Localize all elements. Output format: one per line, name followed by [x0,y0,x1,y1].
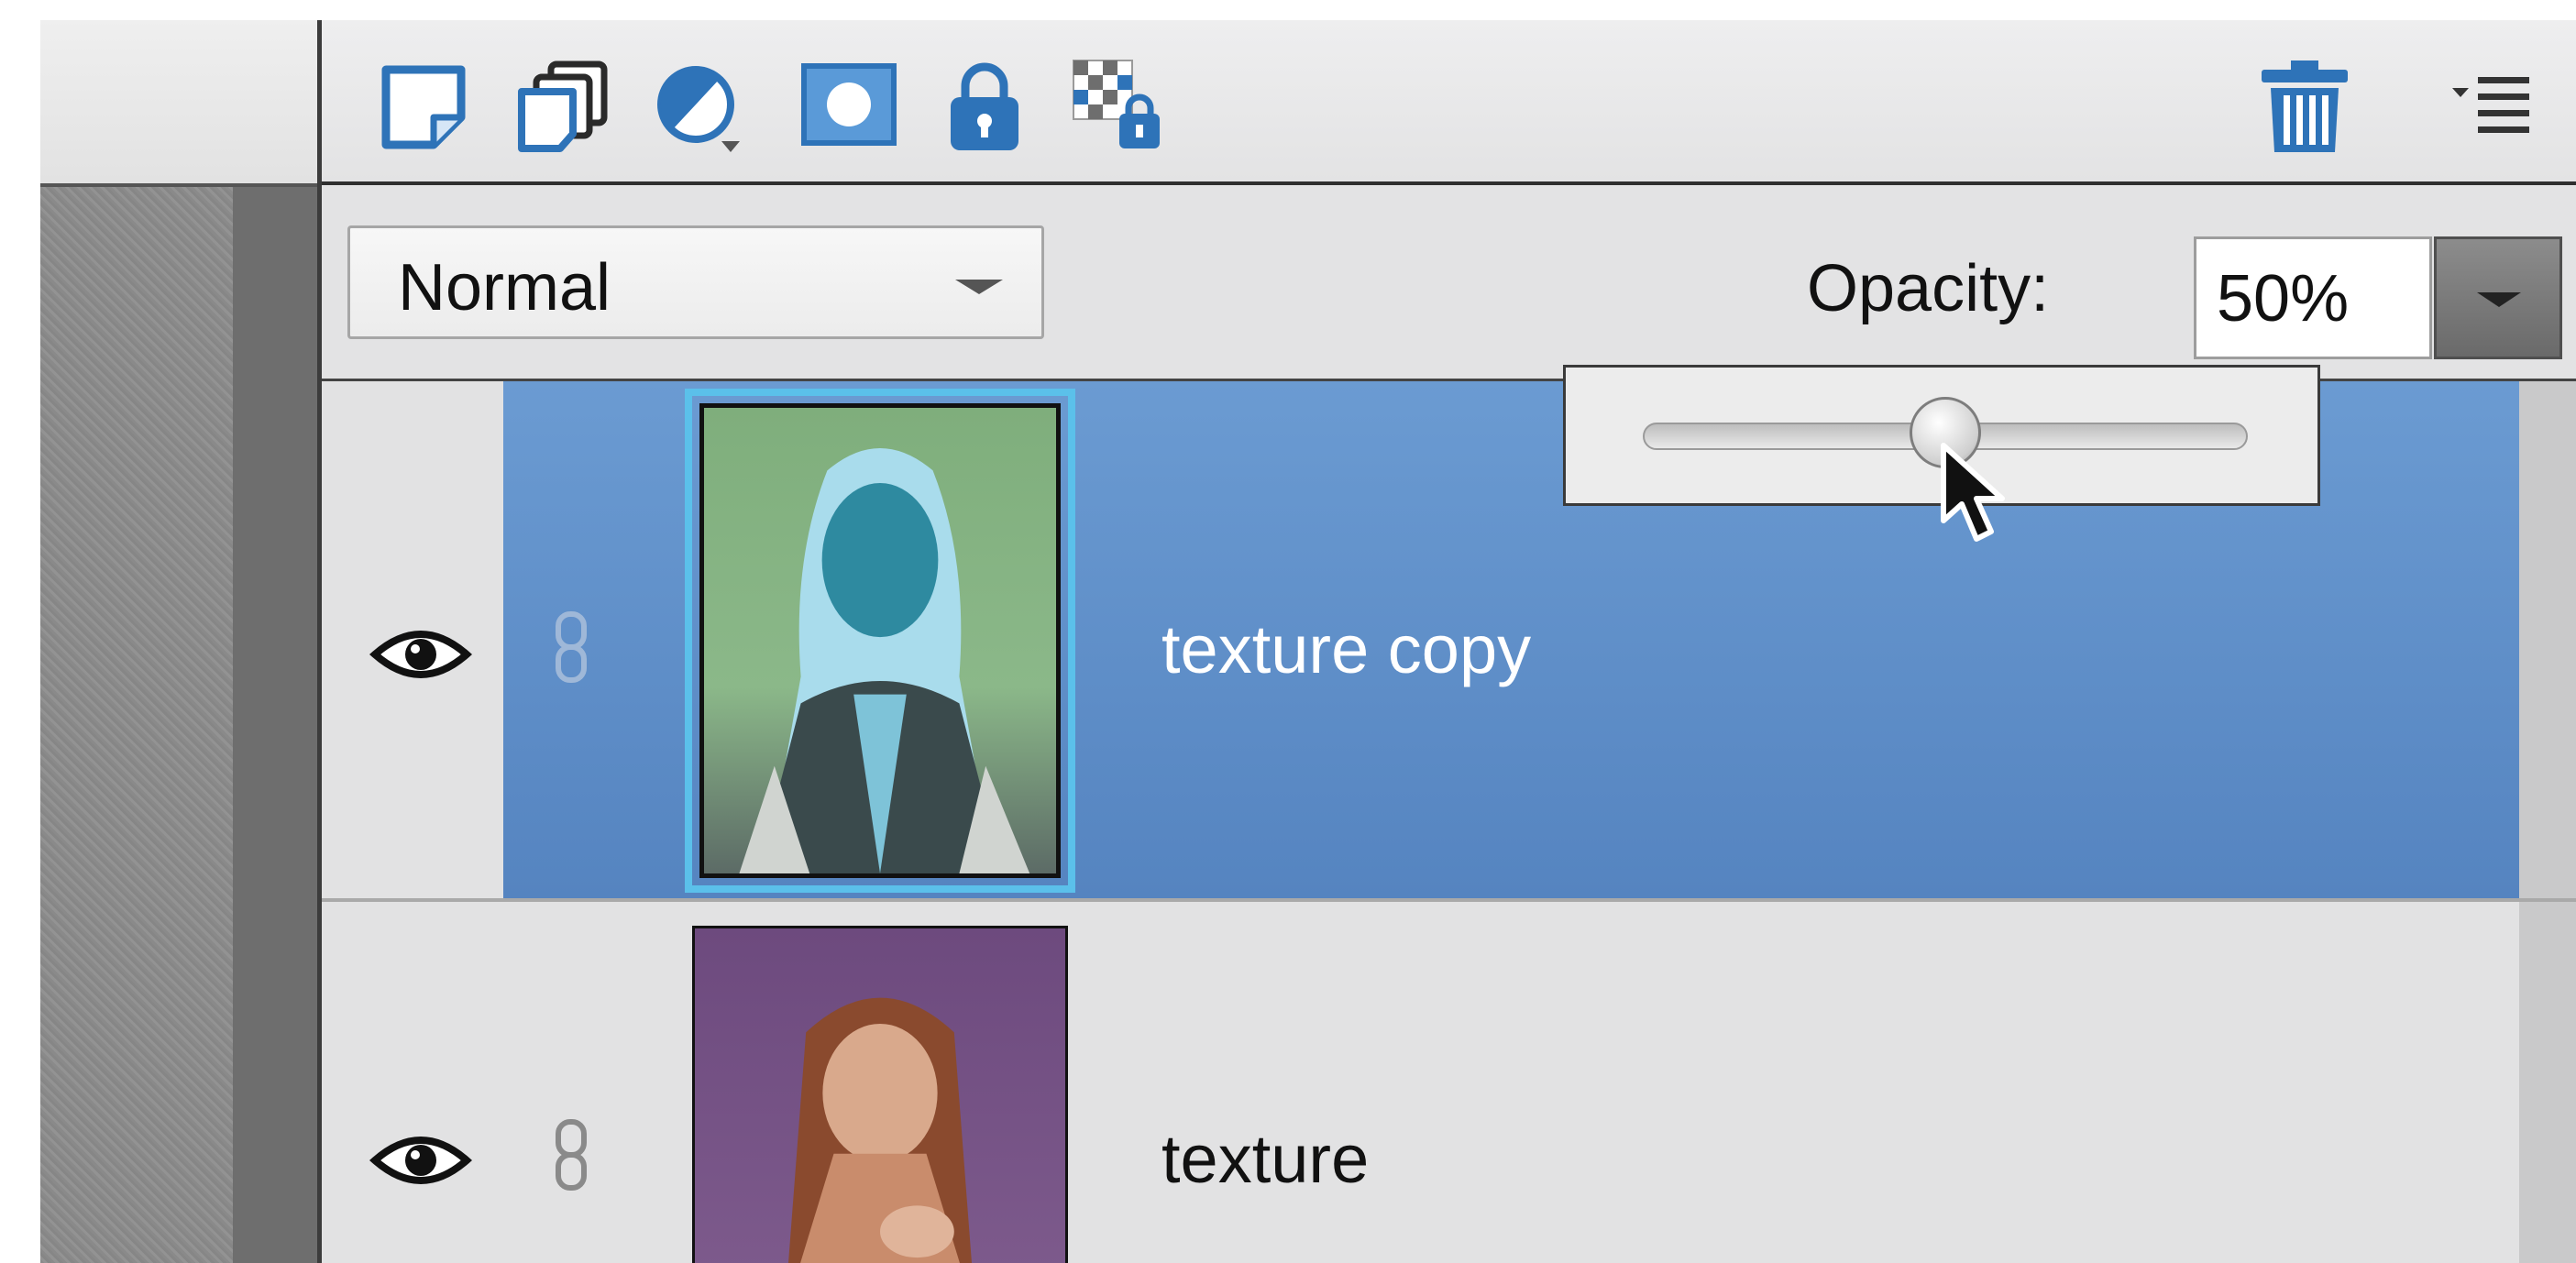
chevron-down-icon [2477,292,2521,307]
panel-corner [40,20,317,187]
canvas-area [40,187,233,1263]
opacity-label: Opacity: [1807,252,2050,325]
blend-options-bar: Normal Opacity: 50% [322,185,2576,381]
layers-panel-window: Normal Opacity: 50% texture copy texture [40,20,2576,1263]
scrollbar-gutter [2519,381,2576,898]
layer-thumbnail[interactable] [685,389,1075,893]
layer-row[interactable]: texture [322,902,2576,1263]
chevron-down-icon [955,280,1003,294]
layer-thumbnail[interactable] [685,918,1075,1263]
layers-toolbar [322,20,2576,185]
trash-icon[interactable] [2254,57,2355,158]
visibility-eye-icon[interactable] [369,621,473,687]
blend-mode-value: Normal [398,251,611,324]
new-group-icon[interactable] [512,57,613,158]
mouse-cursor-icon [1938,442,2011,552]
canvas-edge [233,187,317,1263]
layer-mask-icon[interactable] [798,57,899,158]
opacity-slider-toggle[interactable] [2434,236,2562,359]
lock-transparency-icon[interactable] [1070,57,1171,158]
layer-name[interactable]: texture [1161,1120,1369,1198]
layer-name[interactable]: texture copy [1161,610,1531,688]
link-chain-icon[interactable] [549,1118,593,1192]
lock-all-icon[interactable] [934,57,1035,158]
adjustment-layer-icon[interactable] [652,57,753,158]
link-chain-icon[interactable] [549,610,593,684]
blend-mode-dropdown[interactable]: Normal [347,225,1044,339]
opacity-value: 50% [2217,262,2350,335]
layers-panel: Normal Opacity: 50% texture copy texture [317,20,2576,1263]
scrollbar-gutter [2519,902,2576,1263]
new-layer-icon[interactable] [373,57,474,158]
visibility-eye-icon[interactable] [369,1127,473,1193]
panel-menu-icon[interactable] [2449,68,2537,150]
opacity-input[interactable]: 50% [2194,236,2432,359]
